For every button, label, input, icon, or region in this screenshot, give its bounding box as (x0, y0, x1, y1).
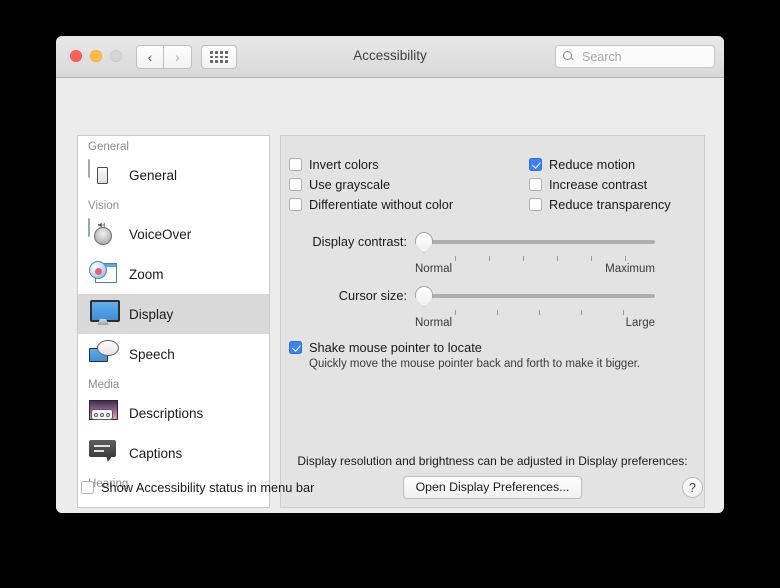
zoom-icon (88, 259, 118, 289)
checkbox-label: Use grayscale (309, 176, 391, 192)
slider-min-label: Normal (415, 317, 453, 329)
display-contrast-slider-row: Display contrast: Normal Maximum (289, 232, 655, 275)
checkbox-reduce-transparency[interactable]: Reduce transparency (529, 194, 697, 214)
general-icon (88, 159, 118, 190)
slider-track[interactable] (419, 294, 655, 298)
vision-options-group: Invert colors Reduce motion Use grayscal… (289, 154, 697, 214)
sidebar-item-label: Descriptions (129, 405, 204, 421)
checkbox-label: Reduce transparency (549, 196, 671, 212)
captions-icon (88, 438, 118, 468)
slider-ticks (415, 256, 655, 262)
window-footer: Show Accessibility status in menu bar ? (77, 477, 703, 499)
display-preferences-note: Display resolution and brightness can be… (297, 454, 688, 468)
descriptions-icon (88, 398, 118, 428)
sidebar-group-general: General (88, 141, 129, 153)
slider-knob[interactable] (415, 232, 433, 253)
checkbox-differentiate-without-color[interactable]: Differentiate without color (289, 194, 529, 214)
sidebar-item-label: Speech (129, 346, 175, 362)
search-input[interactable] (580, 48, 710, 65)
checkbox-label: Show Accessibility status in menu bar (101, 480, 315, 495)
slider-ticks (415, 310, 655, 316)
checkbox-reduce-motion[interactable]: Reduce motion (529, 154, 697, 174)
checkbox-box[interactable] (289, 197, 302, 211)
search-icon (562, 50, 575, 63)
slider-track[interactable] (419, 240, 655, 244)
sidebar-item-label: General (129, 167, 178, 183)
slider-knob[interactable] (415, 286, 433, 307)
checkbox-box[interactable] (289, 341, 302, 354)
sidebar-group-media: Media (88, 379, 120, 391)
sidebar-item-label: Captions (129, 445, 183, 461)
checkbox-label: Invert colors (309, 156, 379, 172)
checkbox-box[interactable] (289, 177, 302, 191)
display-contrast-label: Display contrast: (312, 234, 407, 249)
sidebar-item-captions[interactable]: Captions (78, 433, 269, 473)
shake-description: Quickly move the mouse pointer back and … (309, 358, 641, 370)
sidebar-item-voiceover[interactable]: VoiceOver (78, 214, 269, 254)
checkbox-box[interactable] (81, 481, 94, 494)
voiceover-icon (88, 218, 118, 249)
sidebar-item-speech[interactable]: Speech (78, 334, 269, 374)
slider-max-label: Large (625, 317, 655, 329)
search-field[interactable] (555, 45, 715, 68)
help-button[interactable]: ? (682, 477, 703, 498)
window-body: General General Vision VoiceOver Zoom Di… (56, 78, 724, 513)
sidebar-item-general[interactable]: General (78, 155, 269, 195)
display-icon (88, 299, 118, 329)
checkbox-label: Increase contrast (549, 176, 648, 192)
sidebar-item-descriptions[interactable]: Descriptions (78, 393, 269, 433)
feature-sidebar[interactable]: General General Vision VoiceOver Zoom Di… (77, 135, 270, 508)
cursor-size-slider-row: Cursor size: Normal Large (289, 286, 655, 329)
slider-max-label: Maximum (605, 263, 655, 275)
checkbox-label: Differentiate without color (309, 196, 454, 212)
checkbox-label: Reduce motion (549, 156, 636, 172)
window-titlebar: ‹ › Accessibility (56, 36, 724, 78)
checkbox-box[interactable] (289, 157, 302, 171)
sidebar-item-zoom[interactable]: Zoom (78, 254, 269, 294)
display-settings-panel: Invert colors Reduce motion Use grayscal… (280, 135, 705, 508)
checkbox-shake-mouse-pointer[interactable]: Shake mouse pointer to locate (289, 340, 640, 355)
cursor-size-label: Cursor size: (338, 288, 407, 303)
checkbox-increase-contrast[interactable]: Increase contrast (529, 174, 697, 194)
checkbox-box[interactable] (529, 197, 542, 211)
checkbox-invert-colors[interactable]: Invert colors (289, 154, 529, 174)
shake-pointer-group: Shake mouse pointer to locate Quickly mo… (289, 340, 640, 370)
sidebar-item-label: Zoom (129, 266, 164, 282)
slider-min-label: Normal (415, 263, 453, 275)
speaker-icon (98, 222, 105, 228)
accessibility-preferences-window: ‹ › Accessibility General General (56, 36, 724, 513)
slider-end-labels: Normal Large (415, 317, 655, 329)
checkbox-show-status-in-menu-bar[interactable]: Show Accessibility status in menu bar (81, 480, 314, 495)
sidebar-group-vision: Vision (88, 200, 120, 212)
sidebar-item-label: Display (129, 306, 174, 322)
checkbox-box[interactable] (529, 157, 542, 171)
slider-end-labels: Normal Maximum (415, 263, 655, 275)
speech-icon (88, 339, 118, 369)
checkbox-box[interactable] (529, 177, 542, 191)
checkbox-use-grayscale[interactable]: Use grayscale (289, 174, 529, 194)
question-mark-icon: ? (689, 480, 696, 495)
checkbox-label: Shake mouse pointer to locate (309, 340, 482, 355)
sidebar-item-display[interactable]: Display (78, 294, 269, 334)
sidebar-item-label: VoiceOver (129, 226, 192, 242)
